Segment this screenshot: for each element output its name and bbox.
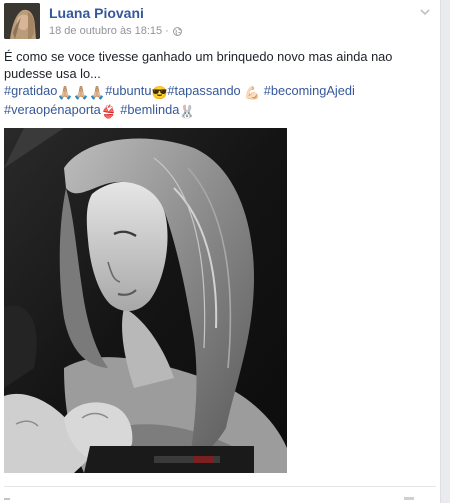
hashtag-verao[interactable]: #veraopénaporta [4,102,101,117]
meta-separator: · [165,25,169,37]
hashtag-bemlinda[interactable]: #bemlinda [120,102,179,117]
hashtag-line-1: #gratidao🙏🏼🙏🏼🙏🏼#ubuntu😎#tapassando 💪🏻 #b… [4,82,424,101]
bikini-emoji: 👙 [100,104,117,119]
post-header: Luana Piovani 18 de outubro às 18:15 · [4,3,436,41]
page-gutter [441,0,450,503]
footer-mark-right [404,497,414,500]
footer-mark-left [4,498,10,500]
post-divider [4,486,436,487]
prayer-emoji: 🙏🏼🙏🏼🙏🏼 [57,85,106,100]
hashtag-ubuntu[interactable]: #ubuntu [105,83,151,98]
flex-emoji: 💪🏻 [244,85,261,100]
chevron-down-icon[interactable] [418,5,432,19]
hashtag-becoming-ajedi[interactable]: #becomingAjedi [264,83,355,98]
hashtag-tapassando[interactable]: #tapassando [167,83,240,98]
post-message: É como se voce tivesse ganhado um brinqu… [4,49,393,81]
sunglasses-emoji: 😎 [151,85,168,100]
globe-icon [172,26,182,36]
bunny-emoji: 🐰 [179,104,196,119]
avatar[interactable] [4,3,40,39]
post-timestamp[interactable]: 18 de outubro às 18:15 [49,25,162,37]
post-footer [0,495,440,503]
post-photo[interactable] [4,128,287,473]
post-body: É como se voce tivesse ganhado um brinqu… [4,48,424,120]
hashtag-gratidao[interactable]: #gratidao [4,83,57,98]
post-meta: 18 de outubro às 18:15 · [49,25,182,37]
post-card: Luana Piovani 18 de outubro às 18:15 · É… [0,0,441,503]
author-name[interactable]: Luana Piovani [49,5,144,21]
hashtag-line-2: #veraopénaporta👙 #bemlinda🐰 [4,101,424,120]
